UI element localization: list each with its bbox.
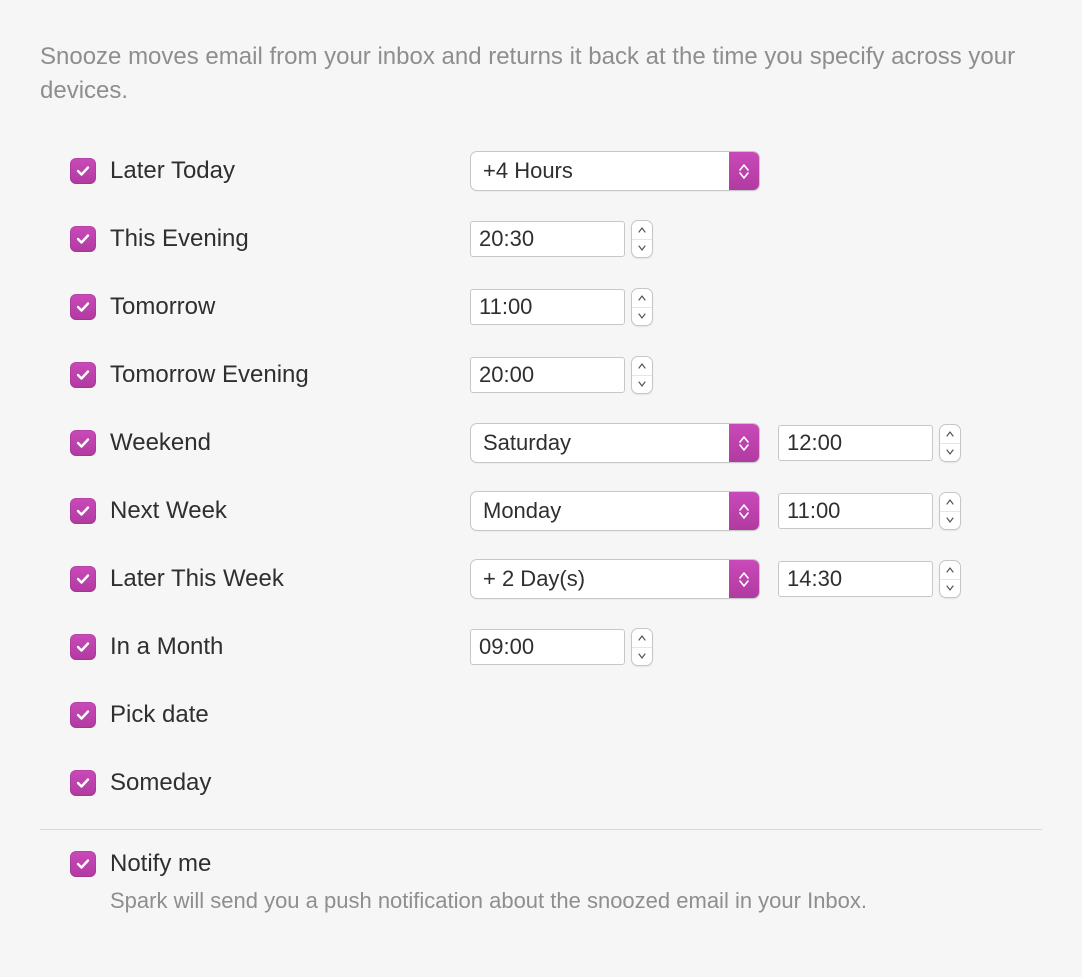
stepper-up-icon	[632, 629, 652, 648]
row-tomorrow-evening: Tomorrow Evening 20:00	[70, 341, 1042, 409]
checkbox-tomorrow-evening[interactable]	[70, 362, 96, 388]
checkbox-weekend[interactable]	[70, 430, 96, 456]
checkmark-icon	[75, 503, 91, 519]
stepper-weekend[interactable]	[939, 424, 961, 462]
time-input-tomorrow[interactable]: 11:00	[470, 289, 625, 325]
stepper-this-evening[interactable]	[631, 220, 653, 258]
time-input-weekend[interactable]: 12:00	[778, 425, 933, 461]
snooze-description: Snooze moves email from your inbox and r…	[40, 40, 1042, 107]
snooze-options-list: Later Today +4 Hours This Evening	[40, 137, 1042, 817]
label-this-evening: This Evening	[110, 225, 249, 253]
select-arrows-icon	[729, 152, 759, 190]
stepper-next-week[interactable]	[939, 492, 961, 530]
select-later-today[interactable]: +4 Hours	[470, 151, 760, 191]
label-pick-date: Pick date	[110, 701, 209, 729]
stepper-up-icon	[632, 289, 652, 308]
row-later-today: Later Today +4 Hours	[70, 137, 1042, 205]
time-input-in-a-month[interactable]: 09:00	[470, 629, 625, 665]
select-next-week[interactable]: Monday	[470, 491, 760, 531]
checkmark-icon	[75, 299, 91, 315]
stepper-up-icon	[940, 493, 960, 512]
select-arrows-icon	[729, 492, 759, 530]
divider	[40, 829, 1042, 830]
stepper-down-icon	[940, 444, 960, 462]
checkbox-next-week[interactable]	[70, 498, 96, 524]
stepper-down-icon	[632, 376, 652, 394]
checkmark-icon	[75, 856, 91, 872]
row-in-a-month: In a Month 09:00	[70, 613, 1042, 681]
stepper-down-icon	[940, 512, 960, 530]
stepper-up-icon	[940, 561, 960, 580]
time-input-later-this-week[interactable]: 14:30	[778, 561, 933, 597]
select-weekend[interactable]: Saturday	[470, 423, 760, 463]
label-notify-me: Notify me	[110, 850, 211, 878]
checkmark-icon	[75, 435, 91, 451]
label-in-a-month: In a Month	[110, 633, 223, 661]
row-this-evening: This Evening 20:30	[70, 205, 1042, 273]
checkbox-later-this-week[interactable]	[70, 566, 96, 592]
row-next-week: Next Week Monday 11:00	[70, 477, 1042, 545]
stepper-later-this-week[interactable]	[939, 560, 961, 598]
notify-description: Spark will send you a push notification …	[70, 886, 1042, 917]
select-value: +4 Hours	[483, 158, 573, 184]
checkbox-pick-date[interactable]	[70, 702, 96, 728]
row-later-this-week: Later This Week + 2 Day(s) 14:30	[70, 545, 1042, 613]
label-later-today: Later Today	[110, 157, 235, 185]
stepper-down-icon	[632, 308, 652, 326]
time-input-tomorrow-evening[interactable]: 20:00	[470, 357, 625, 393]
checkbox-someday[interactable]	[70, 770, 96, 796]
time-input-this-evening[interactable]: 20:30	[470, 221, 625, 257]
checkbox-in-a-month[interactable]	[70, 634, 96, 660]
stepper-tomorrow[interactable]	[631, 288, 653, 326]
checkbox-later-today[interactable]	[70, 158, 96, 184]
stepper-up-icon	[632, 357, 652, 376]
label-tomorrow-evening: Tomorrow Evening	[110, 361, 309, 389]
label-later-this-week: Later This Week	[110, 565, 284, 593]
label-weekend: Weekend	[110, 429, 211, 457]
checkmark-icon	[75, 775, 91, 791]
checkmark-icon	[75, 571, 91, 587]
snooze-settings-panel: Snooze moves email from your inbox and r…	[0, 0, 1082, 977]
stepper-down-icon	[632, 648, 652, 666]
label-someday: Someday	[110, 769, 211, 797]
select-later-this-week[interactable]: + 2 Day(s)	[470, 559, 760, 599]
checkbox-tomorrow[interactable]	[70, 294, 96, 320]
row-pick-date: Pick date	[70, 681, 1042, 749]
label-tomorrow: Tomorrow	[110, 293, 215, 321]
select-arrows-icon	[729, 560, 759, 598]
stepper-in-a-month[interactable]	[631, 628, 653, 666]
label-next-week: Next Week	[110, 497, 227, 525]
checkmark-icon	[75, 707, 91, 723]
stepper-tomorrow-evening[interactable]	[631, 356, 653, 394]
row-tomorrow: Tomorrow 11:00	[70, 273, 1042, 341]
time-input-next-week[interactable]: 11:00	[778, 493, 933, 529]
select-value: Saturday	[483, 430, 571, 456]
stepper-down-icon	[632, 240, 652, 258]
checkbox-notify-me[interactable]	[70, 851, 96, 877]
checkmark-icon	[75, 231, 91, 247]
stepper-up-icon	[940, 425, 960, 444]
select-arrows-icon	[729, 424, 759, 462]
checkmark-icon	[75, 639, 91, 655]
select-value: Monday	[483, 498, 561, 524]
row-weekend: Weekend Saturday 12:00	[70, 409, 1042, 477]
notify-section: Notify me Spark will send you a push not…	[40, 842, 1042, 917]
row-someday: Someday	[70, 749, 1042, 817]
checkmark-icon	[75, 163, 91, 179]
select-value: + 2 Day(s)	[483, 566, 585, 592]
stepper-down-icon	[940, 580, 960, 598]
checkbox-this-evening[interactable]	[70, 226, 96, 252]
stepper-up-icon	[632, 221, 652, 240]
checkmark-icon	[75, 367, 91, 383]
